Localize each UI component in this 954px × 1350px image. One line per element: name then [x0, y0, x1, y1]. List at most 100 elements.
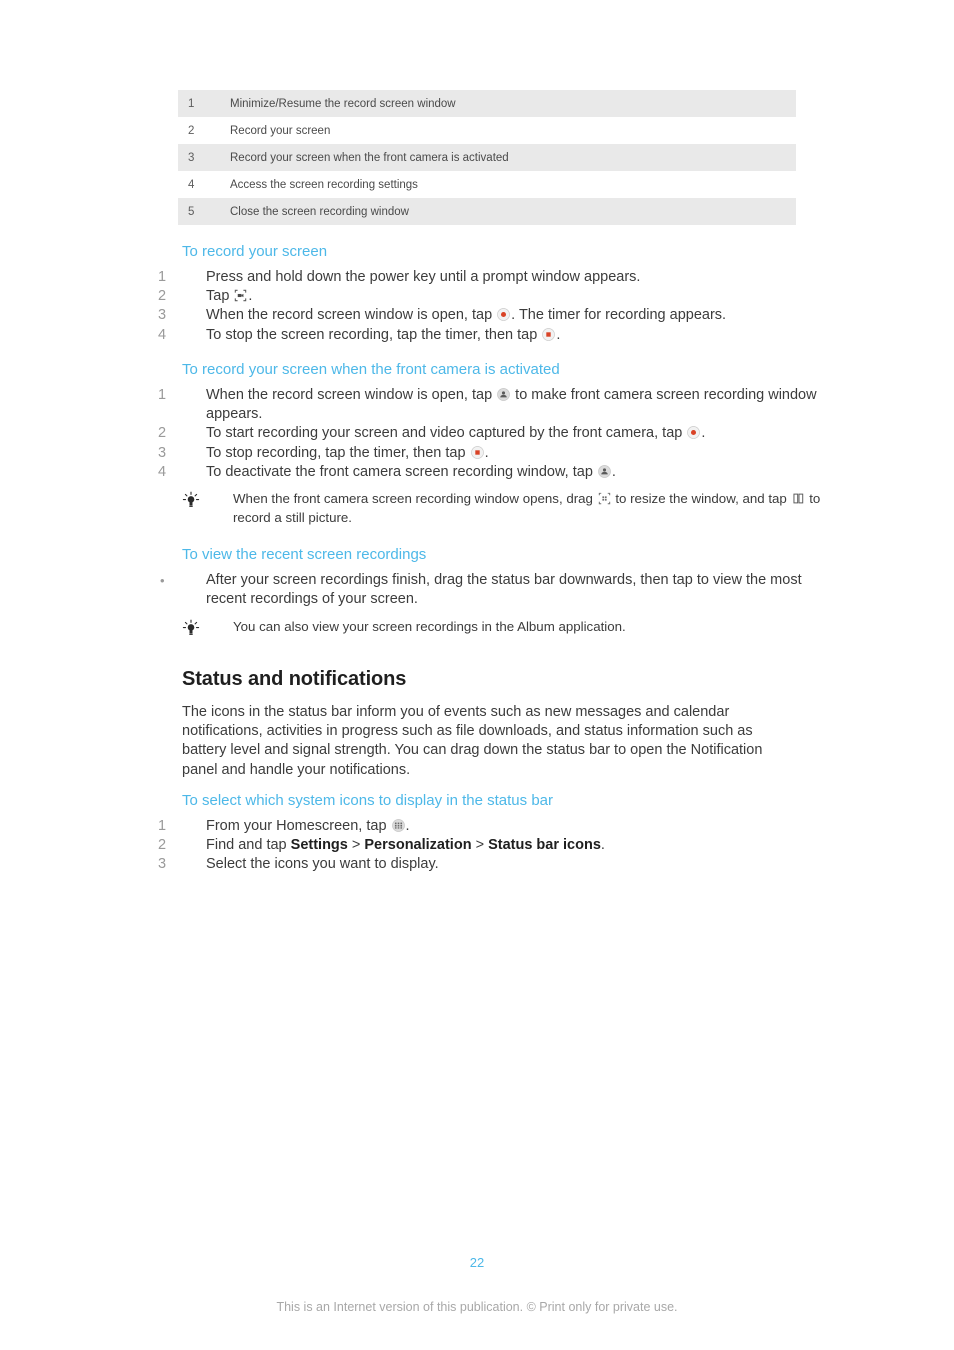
step-number: 2: [158, 837, 167, 854]
step-text-pre: To stop recording, tap the timer, then t…: [206, 444, 470, 461]
table-row: 5 Close the screen recording window: [178, 198, 796, 225]
step-text-post: .: [248, 288, 253, 305]
step-number: 1: [158, 269, 167, 285]
section-front-camera-recording: To record your screen when the front cam…: [0, 360, 954, 482]
section-heading-front-camera: To record your screen when the front cam…: [182, 361, 560, 378]
list-item: • After your screen recordings finish, d…: [160, 571, 820, 609]
step-text-pre: Tap: [206, 288, 234, 305]
list-item: 3 To stop recording, tap the timer, then…: [158, 444, 820, 463]
list-item: 4 To deactivate the front camera screen …: [158, 463, 820, 482]
step-text-post: .: [556, 326, 561, 343]
menu-path-status-bar-icons: Status bar icons: [488, 837, 601, 854]
menu-path-settings: Settings: [290, 837, 348, 854]
legend-description: Record your screen when the front camera…: [230, 151, 509, 164]
menu-path-separator: >: [471, 837, 489, 854]
step-text: After your screen recordings finish, dra…: [206, 572, 802, 608]
front-camera-icon: [598, 464, 611, 478]
step-text-pre: When the record screen window is open, t…: [206, 307, 497, 324]
step-number: 3: [158, 856, 167, 873]
legend-number: 2: [188, 124, 195, 137]
record-dot-icon: [497, 308, 510, 322]
table-row: 1 Minimize/Resume the record screen wind…: [178, 90, 796, 117]
step-text-post: .: [484, 444, 489, 461]
record-dot-icon: [687, 426, 701, 440]
legend-table: 1 Minimize/Resume the record screen wind…: [178, 90, 796, 225]
section-recent-recordings: To view the recent screen recordings • A…: [0, 545, 954, 609]
legend-number: 1: [188, 97, 195, 110]
section-heading-system-icons: To select which system icons to display …: [182, 792, 554, 809]
menu-path-personalization: Personalization: [364, 837, 472, 854]
tip-text: You can also view your screen recordings…: [233, 619, 626, 634]
tip-note: You can also view your screen recordings…: [182, 618, 833, 637]
front-camera-icon: [497, 388, 510, 401]
tip-album-block: You can also view your screen recordings…: [0, 618, 954, 637]
step-number: 1: [158, 387, 167, 403]
table-row: 2 Record your screen: [178, 117, 796, 144]
document-page: 1 Minimize/Resume the record screen wind…: [0, 0, 954, 1350]
list-bullet: •: [160, 573, 165, 588]
tip-bulb-icon: [182, 491, 200, 509]
app-drawer-icon: [391, 819, 405, 832]
steps-system-icons: 1 From your Homescreen, tap . 2 Find and…: [0, 817, 954, 875]
step-number: 4: [158, 326, 167, 343]
step-number: 3: [158, 444, 167, 461]
tip-text-pre: When the front camera screen recording w…: [233, 491, 597, 506]
steps-recent-recordings: • After your screen recordings finish, d…: [0, 571, 954, 609]
step-number: 4: [158, 463, 167, 480]
steps-record-screen: 1 Press and hold down the power key unti…: [0, 268, 954, 345]
page-title: Status and notifications: [182, 668, 407, 690]
step-text-pre: To deactivate the front camera screen re…: [206, 463, 597, 480]
legend-number: 5: [188, 205, 195, 218]
tip-bulb-icon: [182, 619, 200, 637]
section-heading-recent-recordings: To view the recent screen recordings: [182, 546, 427, 563]
legend-number: 4: [188, 178, 195, 191]
list-item: 3 When the record screen window is open,…: [158, 306, 820, 325]
section-select-system-icons: To select which system icons to display …: [0, 791, 954, 875]
tip-text-mid: to resize the window, and tap: [611, 491, 791, 506]
steps-front-camera: 1 When the record screen window is open,…: [0, 386, 954, 482]
section-heading-record-screen: To record your screen: [182, 243, 328, 260]
step-text-pre: To stop the screen recording, tap the ti…: [206, 326, 542, 343]
list-item: 3 Select the icons you want to display.: [158, 855, 820, 874]
step-text: Press and hold down the power key until …: [206, 269, 641, 285]
menu-path-separator: >: [347, 837, 365, 854]
section-paragraph: The icons in the status bar inform you o…: [182, 704, 763, 778]
resize-handle-icon: [598, 492, 611, 505]
legend-table-body: 1 Minimize/Resume the record screen wind…: [178, 90, 796, 225]
step-text: Select the icons you want to display.: [206, 856, 439, 873]
table-row: 4 Access the screen recording settings: [178, 171, 796, 198]
tip-front-camera-block: When the front camera screen recording w…: [0, 490, 954, 527]
step-text-post: .: [600, 837, 605, 854]
legend-description: Access the screen recording settings: [230, 178, 418, 191]
stop-recording-icon: [542, 327, 556, 341]
page-number: 22: [469, 1255, 485, 1270]
record-screen-icon: [234, 289, 247, 302]
step-text-post: .: [611, 463, 616, 480]
step-text-pre: From your Homescreen, tap: [206, 818, 391, 834]
step-text-pre: When the record screen window is open, t…: [206, 387, 497, 403]
list-item: 1 Press and hold down the power key unti…: [158, 268, 820, 287]
section-status-and-notifications: Status and notifications The icons in th…: [0, 667, 954, 780]
stop-recording-icon: [470, 445, 484, 459]
list-item: 1 When the record screen window is open,…: [158, 386, 820, 424]
step-number: 2: [158, 288, 167, 305]
list-item: 2 Tap .: [158, 287, 820, 306]
list-item: 2 Find and tap Settings > Personalizatio…: [158, 836, 820, 855]
legend-description: Close the screen recording window: [230, 205, 409, 218]
legend-description: Minimize/Resume the record screen window: [230, 97, 456, 110]
legend-description: Record your screen: [230, 124, 331, 137]
step-number: 3: [158, 307, 167, 324]
footer-copyright-note: This is an Internet version of this publ…: [276, 1300, 678, 1314]
list-item: 2 To start recording your screen and vid…: [158, 424, 820, 443]
step-text-pre: To start recording your screen and video…: [206, 425, 687, 442]
step-text-post: .: [405, 818, 410, 834]
legend-number: 3: [188, 151, 195, 164]
step-number: 1: [158, 818, 167, 834]
step-text-pre: Find and tap: [206, 837, 291, 854]
step-number: 2: [158, 425, 167, 442]
table-row: 3 Record your screen when the front came…: [178, 144, 796, 171]
still-picture-icon: [792, 492, 805, 505]
step-text-post: .: [701, 425, 706, 442]
section-record-your-screen: To record your screen 1 Press and hold d…: [0, 242, 954, 345]
list-item: 1 From your Homescreen, tap .: [158, 817, 820, 836]
